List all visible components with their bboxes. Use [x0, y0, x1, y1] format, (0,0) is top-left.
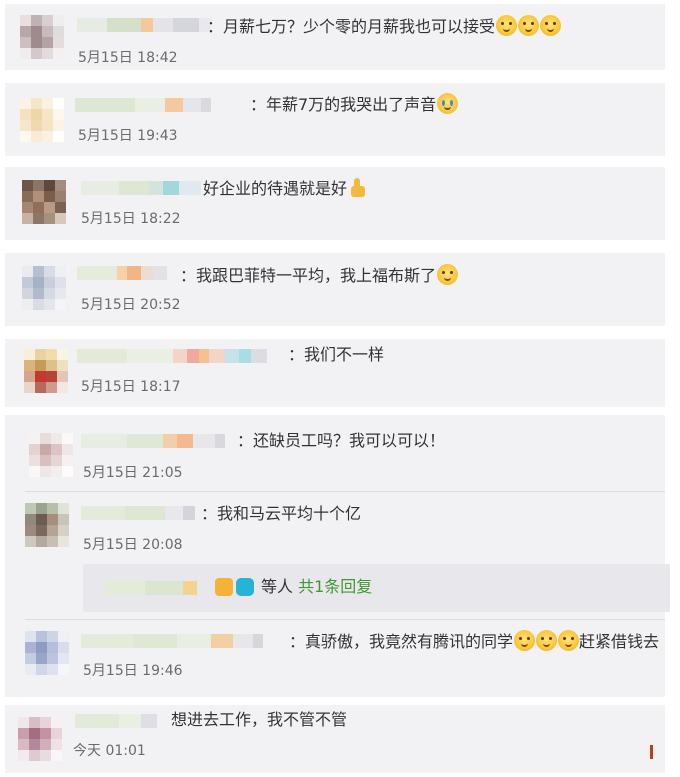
comment-text: ：我和马云平均十个亿: [201, 504, 362, 523]
comment-time: 5月15日 18:22: [81, 211, 181, 227]
username-blurred[interactable]: [75, 97, 211, 113]
avatar[interactable]: [25, 503, 69, 547]
comment-text: ：月薪七万？少个零的月薪我也可以接受: [207, 15, 562, 38]
thread-divider: [25, 491, 665, 492]
heart-eyes-emoji-icon: [215, 578, 233, 596]
avatar[interactable]: [20, 15, 64, 59]
comment-card: ：我们不一样 5月15日 18:17: [5, 339, 665, 407]
avatar[interactable]: [29, 433, 73, 477]
dog-emoji-icon: [496, 15, 518, 36]
username-blurred[interactable]: [81, 633, 263, 649]
comment-time: 5月15日 19:46: [83, 663, 183, 679]
username-blurred[interactable]: [81, 180, 201, 196]
crying-emoji-icon: [437, 93, 459, 114]
reply-summary-text: 等人 共1条回复: [261, 577, 373, 596]
scrollbar-marker[interactable]: [650, 745, 653, 759]
dog-emoji-icon: [558, 630, 580, 651]
comment-card: ：年薪7万的我哭出了声音 5月15日 19:43: [5, 83, 665, 156]
comment-card: ：我跟巴菲特一平均，我上福布斯了 5月15日 20:52: [5, 253, 665, 326]
avatar[interactable]: [25, 631, 69, 675]
username-blurred[interactable]: [81, 433, 225, 449]
thumbs-up-icon: [349, 178, 367, 198]
username-blurred[interactable]: [81, 505, 195, 521]
dog-emoji-icon: [536, 630, 558, 651]
comment-time: 5月15日 18:42: [78, 50, 178, 66]
comment-text: ：还缺员工吗？我可以可以！: [237, 431, 446, 450]
dog-emoji-icon: [518, 15, 540, 36]
username-blurred[interactable]: [77, 348, 267, 364]
reply-count-link[interactable]: 共1条回复: [298, 577, 372, 596]
avatar[interactable]: [24, 349, 68, 393]
reply-badges: [215, 578, 254, 596]
camera-icon: [236, 578, 254, 596]
dog-emoji-icon: [540, 15, 562, 36]
thread-divider: [25, 619, 665, 620]
avatar[interactable]: [20, 98, 64, 142]
username-blurred[interactable]: [75, 713, 157, 729]
username-blurred[interactable]: [77, 17, 211, 33]
comment-thread-card: ：还缺员工吗？我可以可以！ 5月15日 21:05 ：我和马云平均十个亿 5月1…: [5, 415, 670, 697]
comment-time: 今天 01:01: [73, 743, 146, 759]
username-blurred[interactable]: [77, 265, 167, 281]
avatar[interactable]: [22, 180, 66, 224]
reply-summary[interactable]: 等人 共1条回复: [83, 564, 670, 612]
comment-time: 5月15日 20:52: [81, 297, 181, 313]
comment-text: ：真骄傲，我竟然有腾讯的同学 赶紧借钱去: [289, 630, 660, 651]
comment-time: 5月15日 18:17: [81, 379, 181, 395]
comment-card: 好企业的待遇就是好 5月15日 18:22: [5, 167, 665, 240]
comment-text: ：我们不一样: [288, 345, 385, 364]
dog-emoji-icon: [437, 264, 459, 285]
avatar[interactable]: [18, 717, 62, 761]
comment-text: 想进去工作，我不管不管: [171, 710, 348, 729]
comment-text: ：我跟巴菲特一平均，我上福布斯了: [180, 264, 459, 287]
comment-time: 5月15日 20:08: [83, 537, 183, 553]
comment-text: 好企业的待遇就是好: [203, 178, 367, 200]
comment-card: ：月薪七万？少个零的月薪我也可以接受 5月15日 18:42: [5, 4, 665, 70]
comment-time: 5月15日 21:05: [83, 465, 183, 481]
comment-card: 想进去工作，我不管不管 今天 01:01: [5, 705, 665, 773]
username-blurred[interactable]: [105, 580, 197, 596]
dog-emoji-icon: [514, 630, 536, 651]
avatar[interactable]: [22, 266, 66, 310]
comment-text: ：年薪7万的我哭出了声音: [250, 93, 459, 116]
comment-time: 5月15日 19:43: [78, 128, 178, 144]
